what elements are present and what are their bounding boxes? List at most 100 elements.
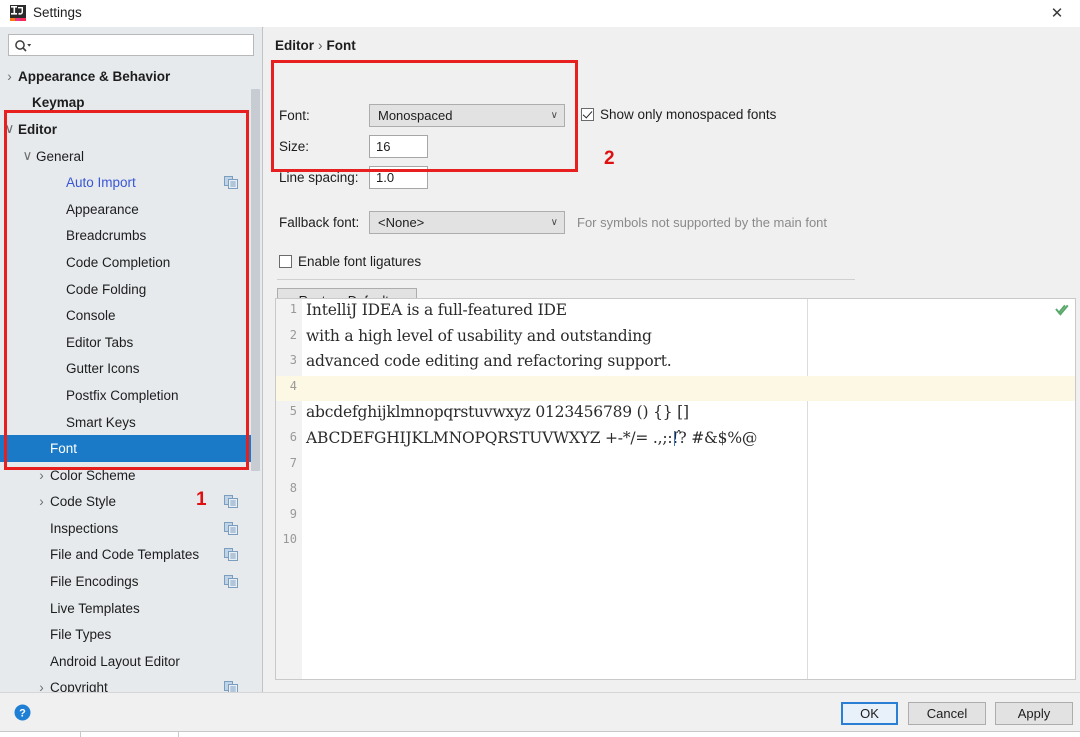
chevron-down-icon[interactable]: ∨ xyxy=(21,148,34,163)
chevron-right-icon[interactable]: › xyxy=(35,494,48,509)
intellij-idea-icon xyxy=(10,5,26,21)
preview-code-line: 7 xyxy=(276,453,1075,479)
sidebar-item-label: Color Scheme xyxy=(50,467,136,483)
title-bar: Settings ✕ xyxy=(0,0,1080,28)
cancel-button[interactable]: Cancel xyxy=(908,702,986,725)
chevron-right-icon[interactable]: › xyxy=(35,680,48,692)
sidebar-item-file-encodings[interactable]: File Encodings xyxy=(0,568,255,595)
apply-button[interactable]: Apply xyxy=(995,702,1073,725)
line-text: advanced code editing and refactoring su… xyxy=(306,352,672,371)
breadcrumb-parent[interactable]: Editor xyxy=(275,38,314,53)
sidebar-item-label: Smart Keys xyxy=(66,414,136,430)
show-monospaced-checkbox[interactable] xyxy=(581,108,594,121)
sidebar-item-live-templates[interactable]: Live Templates xyxy=(0,595,255,622)
sidebar-item-label: Appearance xyxy=(66,201,139,217)
font-preview-editor[interactable]: 1 IntelliJ IDEA is a full-featured IDE 2 wi… xyxy=(275,298,1076,680)
search-input[interactable] xyxy=(37,35,253,57)
sidebar-item-label: Auto Import xyxy=(66,175,136,191)
sidebar-item-general[interactable]: ∨ General xyxy=(0,143,255,170)
copy-settings-icon[interactable] xyxy=(224,548,238,562)
fallback-font-value: <None> xyxy=(378,215,425,230)
preview-code-line: 8 xyxy=(276,478,1075,504)
preview-code-line: 5 abcdefghijklmnopqrstuvwxyz 0123456789 (… xyxy=(276,401,1075,427)
copy-settings-icon[interactable] xyxy=(224,521,238,535)
line-number: 10 xyxy=(282,532,297,547)
preview-code-line: 6 ABCDEFGHIJKLMNOPQRSTUVWXYZ +-*/= .,;:!?… xyxy=(276,427,1075,453)
sidebar-item-label: Editor Tabs xyxy=(66,334,134,350)
sidebar-item-file-types[interactable]: File Types xyxy=(0,621,255,648)
chevron-right-icon[interactable]: › xyxy=(3,69,16,84)
sidebar-item-editor-tabs[interactable]: Editor Tabs xyxy=(0,329,255,356)
line-text: IntelliJ IDEA is a full-featured IDE xyxy=(306,301,567,319)
line-spacing-input[interactable]: 1.0 xyxy=(369,166,428,189)
copy-settings-icon[interactable] xyxy=(224,176,238,190)
sidebar-item-android-layout-editor[interactable]: Android Layout Editor xyxy=(0,648,255,675)
copy-settings-icon[interactable] xyxy=(224,681,238,692)
sidebar-item-console[interactable]: Console xyxy=(0,302,255,329)
settings-sidebar: › Appearance & Behavior Keymap ∨ Editor ∨ Gene… xyxy=(0,27,263,692)
sidebar-item-inspections[interactable]: Inspections xyxy=(0,515,255,542)
preview-code-line: 1 IntelliJ IDEA is a full-featured IDE xyxy=(276,299,1075,325)
preview-code-line: 3 advanced code editing and refactoring s… xyxy=(276,350,1075,376)
enable-font-ligatures-checkbox[interactable] xyxy=(279,255,292,268)
line-number: 5 xyxy=(289,404,297,419)
preview-code-line: 10 xyxy=(276,529,1075,555)
size-input[interactable]: 16 xyxy=(369,135,428,158)
sidebar-item-label: Inspections xyxy=(50,520,119,536)
sidebar-item-appearance[interactable]: Appearance xyxy=(0,196,255,223)
ligatures-checkbox-row[interactable]: Enable font ligatures xyxy=(279,254,421,269)
search-box[interactable] xyxy=(8,34,254,57)
line-number: 4 xyxy=(289,378,297,393)
copy-settings-icon[interactable] xyxy=(224,575,238,589)
chevron-right-icon[interactable]: › xyxy=(35,468,48,483)
settings-tree[interactable]: › Appearance & Behavior Keymap ∨ Editor ∨ Gene… xyxy=(0,63,255,692)
line-number: 7 xyxy=(289,455,297,470)
ok-button[interactable]: OK xyxy=(841,702,898,725)
sidebar-scrollbar-track[interactable] xyxy=(251,63,261,692)
sidebar-item-label: Code Style xyxy=(50,494,117,510)
taskbar-segment-2 xyxy=(80,732,179,737)
sidebar-item-gutter-icons[interactable]: Gutter Icons xyxy=(0,356,255,383)
line-number: 8 xyxy=(289,481,297,496)
fallback-font-label: Fallback font: xyxy=(279,215,360,230)
sidebar-item-postfix-completion[interactable]: Postfix Completion xyxy=(0,382,255,409)
sidebar-item-appearance-behavior[interactable]: › Appearance & Behavior xyxy=(0,63,255,90)
help-question-icon[interactable]: ? xyxy=(14,704,31,721)
desktop-strip xyxy=(0,731,1080,737)
copy-settings-icon[interactable] xyxy=(224,495,238,509)
sidebar-item-auto-import[interactable]: Auto Import xyxy=(0,169,255,196)
sidebar-scrollbar-thumb[interactable] xyxy=(251,89,260,471)
sidebar-item-label: Copyright xyxy=(50,680,108,692)
chevron-down-icon[interactable]: ∨ xyxy=(3,121,16,136)
sidebar-item-editor[interactable]: ∨ Editor xyxy=(0,116,255,143)
sidebar-item-code-completion[interactable]: Code Completion xyxy=(0,249,255,276)
sidebar-item-smart-keys[interactable]: Smart Keys xyxy=(0,409,255,436)
font-label: Font: xyxy=(279,108,310,123)
sidebar-item-code-style[interactable]: › Code Style xyxy=(0,489,255,516)
sidebar-item-label: Console xyxy=(66,308,116,324)
sidebar-item-font[interactable]: Font xyxy=(0,435,255,462)
sidebar-item-file-and-code-templates[interactable]: File and Code Templates xyxy=(0,542,255,569)
line-number: 1 xyxy=(289,302,297,316)
breadcrumb-separator: › xyxy=(318,38,323,53)
preview-code-line: 4 xyxy=(276,375,1075,402)
close-icon[interactable]: ✕ xyxy=(1034,0,1080,27)
sidebar-item-color-scheme[interactable]: › Color Scheme xyxy=(0,462,255,489)
sidebar-item-label: Live Templates xyxy=(50,600,140,616)
sidebar-item-copyright[interactable]: › Copyright xyxy=(0,675,255,692)
fallback-font-dropdown[interactable]: <None> ∨ xyxy=(369,211,565,234)
size-label: Size: xyxy=(279,139,310,154)
show-monospaced-checkbox-row[interactable]: Show only monospaced fonts xyxy=(581,107,776,122)
sidebar-item-breadcrumbs[interactable]: Breadcrumbs xyxy=(0,223,255,250)
breadcrumb: Editor › Font xyxy=(275,38,356,53)
sidebar-item-code-folding[interactable]: Code Folding xyxy=(0,276,255,303)
sidebar-item-label: Postfix Completion xyxy=(66,387,179,403)
preview-code-line: 2 with a high level of usability and outs… xyxy=(276,325,1075,351)
sidebar-item-keymap[interactable]: Keymap xyxy=(0,90,255,117)
editor-caret-group: ˆ xyxy=(674,429,683,447)
line-number: 2 xyxy=(289,327,297,342)
green-double-check-icon xyxy=(1055,303,1069,317)
sidebar-item-label: File Types xyxy=(50,627,112,643)
font-family-dropdown[interactable]: Monospaced ∨ xyxy=(369,104,565,127)
sidebar-item-label: Code Folding xyxy=(66,281,147,297)
